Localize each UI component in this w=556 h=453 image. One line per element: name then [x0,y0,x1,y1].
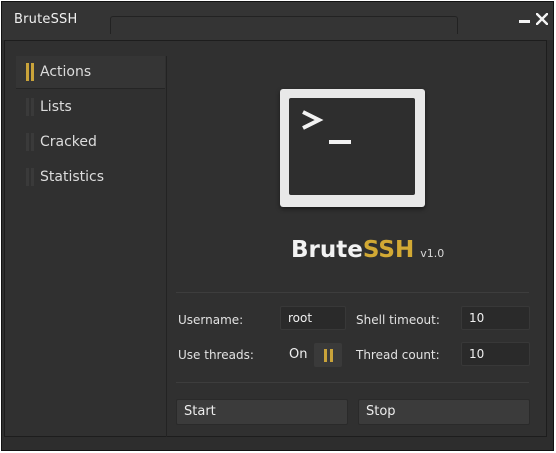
thread-count-field[interactable]: 10 [461,342,530,366]
sidebar-item-lists[interactable]: Lists [16,91,165,123]
divider [176,382,529,383]
sidebar-item-cracked[interactable]: Cracked [16,126,165,158]
toggle-knob-icon[interactable] [314,343,342,367]
brand-name-main: Brute [291,237,363,263]
sidebar-item-label: Lists [40,99,72,115]
terminal-prompt-icon [289,98,415,195]
terminal-logo [280,89,425,207]
stop-button[interactable]: Stop [358,399,530,425]
use-threads-toggle[interactable]: On [284,343,348,367]
sidebar-item-label: Cracked [40,134,97,150]
thread-count-label: Thread count: [356,348,440,362]
toggle-state-label: On [289,347,308,362]
sidebar-nav: Actions Lists Cracked Statistics [16,56,167,437]
nav-marker-icon [26,63,36,81]
window-title: BruteSSH [14,12,78,27]
shell-timeout-label: Shell timeout: [356,313,440,327]
username-label: Username: [178,313,244,327]
use-threads-label: Use threads: [178,348,254,362]
nav-marker-icon [26,168,36,186]
sidebar-item-label: Actions [40,64,92,80]
title-bar-rail [110,16,458,34]
brand-name-accent: SSH [362,237,415,263]
start-button[interactable]: Start [176,399,348,425]
app-brand-title: BruteSSH v1.0 [291,237,444,263]
divider [176,292,529,293]
version-label: v1.0 [420,247,445,260]
sidebar-item-label: Statistics [40,169,104,185]
title-bar[interactable]: BruteSSH [2,2,553,40]
sidebar-item-actions[interactable]: Actions [16,56,165,89]
nav-marker-icon [26,133,36,151]
close-icon[interactable] [534,11,550,27]
sidebar-item-statistics[interactable]: Statistics [16,161,165,193]
nav-marker-icon [26,98,36,116]
minimize-icon[interactable] [516,11,532,27]
shell-timeout-field[interactable]: 10 [461,306,530,330]
username-field[interactable]: root [280,306,346,330]
